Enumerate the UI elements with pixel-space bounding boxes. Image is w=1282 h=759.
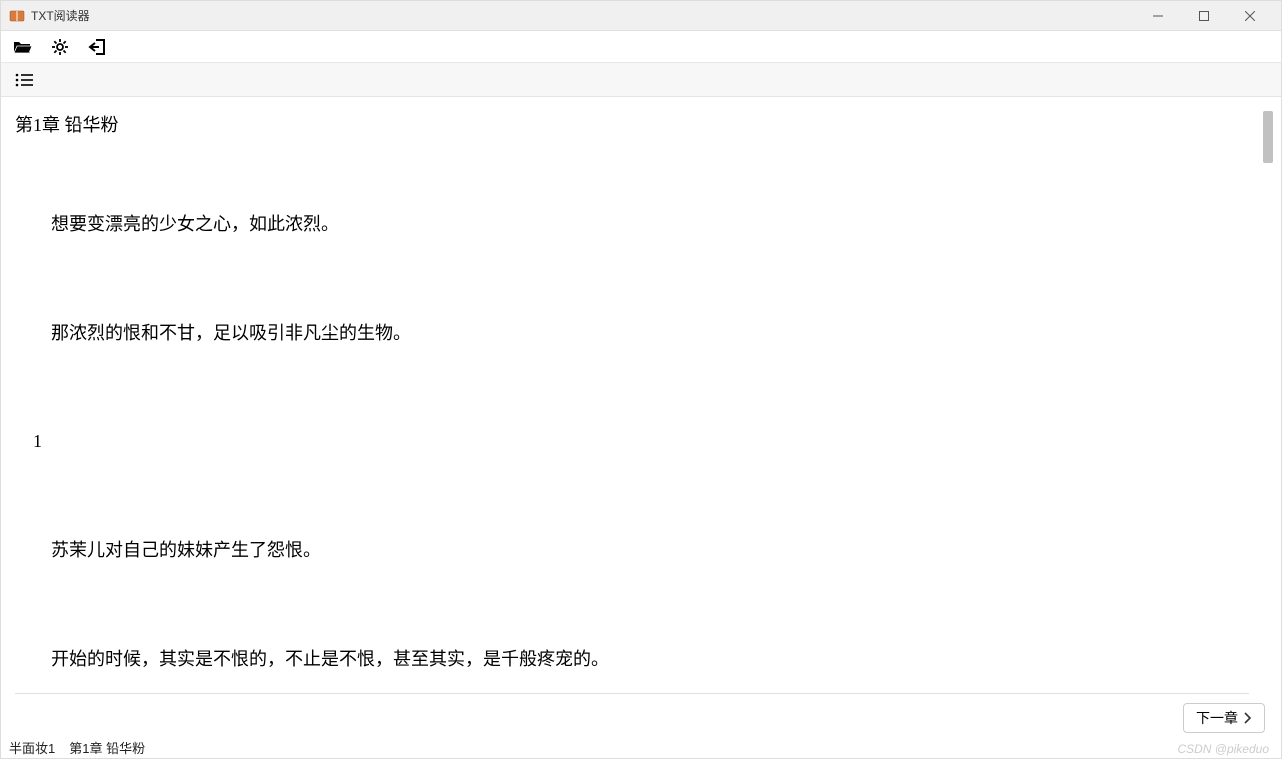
- statusbar: 半面妆1 第1章 铅华粉 CSDN @pikeduo: [1, 736, 1281, 758]
- paragraph: 苏茉儿对自己的妹妹产生了怨恨。: [15, 536, 1249, 565]
- reader-content[interactable]: 第1章 铅华粉 想要变漂亮的少女之心，如此浓烈。 那浓烈的恨和不甘，足以吸引非凡…: [15, 111, 1249, 694]
- scrollbar-thumb[interactable]: [1263, 111, 1273, 163]
- status-chapter-name: 第1章 铅华粉: [69, 738, 145, 757]
- minimize-button[interactable]: [1135, 1, 1181, 31]
- titlebar: TXT阅读器: [1, 1, 1281, 31]
- reader-pane: 第1章 铅华粉 想要变漂亮的少女之心，如此浓烈。 那浓烈的恨和不甘，足以吸引非凡…: [1, 97, 1281, 700]
- chevron-right-icon: [1242, 712, 1252, 724]
- next-chapter-button[interactable]: 下一章: [1183, 703, 1265, 733]
- watermark: CSDN @pikeduo: [1177, 742, 1269, 756]
- window-controls: [1135, 1, 1273, 31]
- close-button[interactable]: [1227, 1, 1273, 31]
- footer-bar: 下一章: [1, 700, 1281, 736]
- status-book-name: 半面妆1: [9, 738, 55, 757]
- chapter-title: 第1章 铅华粉: [15, 111, 1249, 140]
- scrollbar[interactable]: [1261, 111, 1275, 694]
- chapter-list-button[interactable]: [11, 67, 37, 93]
- paragraph: 开始的时候，其实是不恨的，不止是不恨，甚至其实，是千般疼宠的。: [15, 645, 1249, 674]
- next-chapter-label: 下一章: [1196, 708, 1238, 728]
- app-icon: [9, 8, 25, 24]
- maximize-button[interactable]: [1181, 1, 1227, 31]
- paragraph: 想要变漂亮的少女之心，如此浓烈。: [15, 210, 1249, 239]
- paragraph: 1: [15, 427, 1249, 456]
- chapter-list-bar: [1, 63, 1281, 97]
- exit-button[interactable]: [87, 36, 109, 58]
- window-title: TXT阅读器: [31, 7, 1135, 24]
- settings-button[interactable]: [49, 36, 71, 58]
- open-file-button[interactable]: [11, 36, 33, 58]
- toolbar: [1, 31, 1281, 63]
- paragraph: 那浓烈的恨和不甘，足以吸引非凡尘的生物。: [15, 319, 1249, 348]
